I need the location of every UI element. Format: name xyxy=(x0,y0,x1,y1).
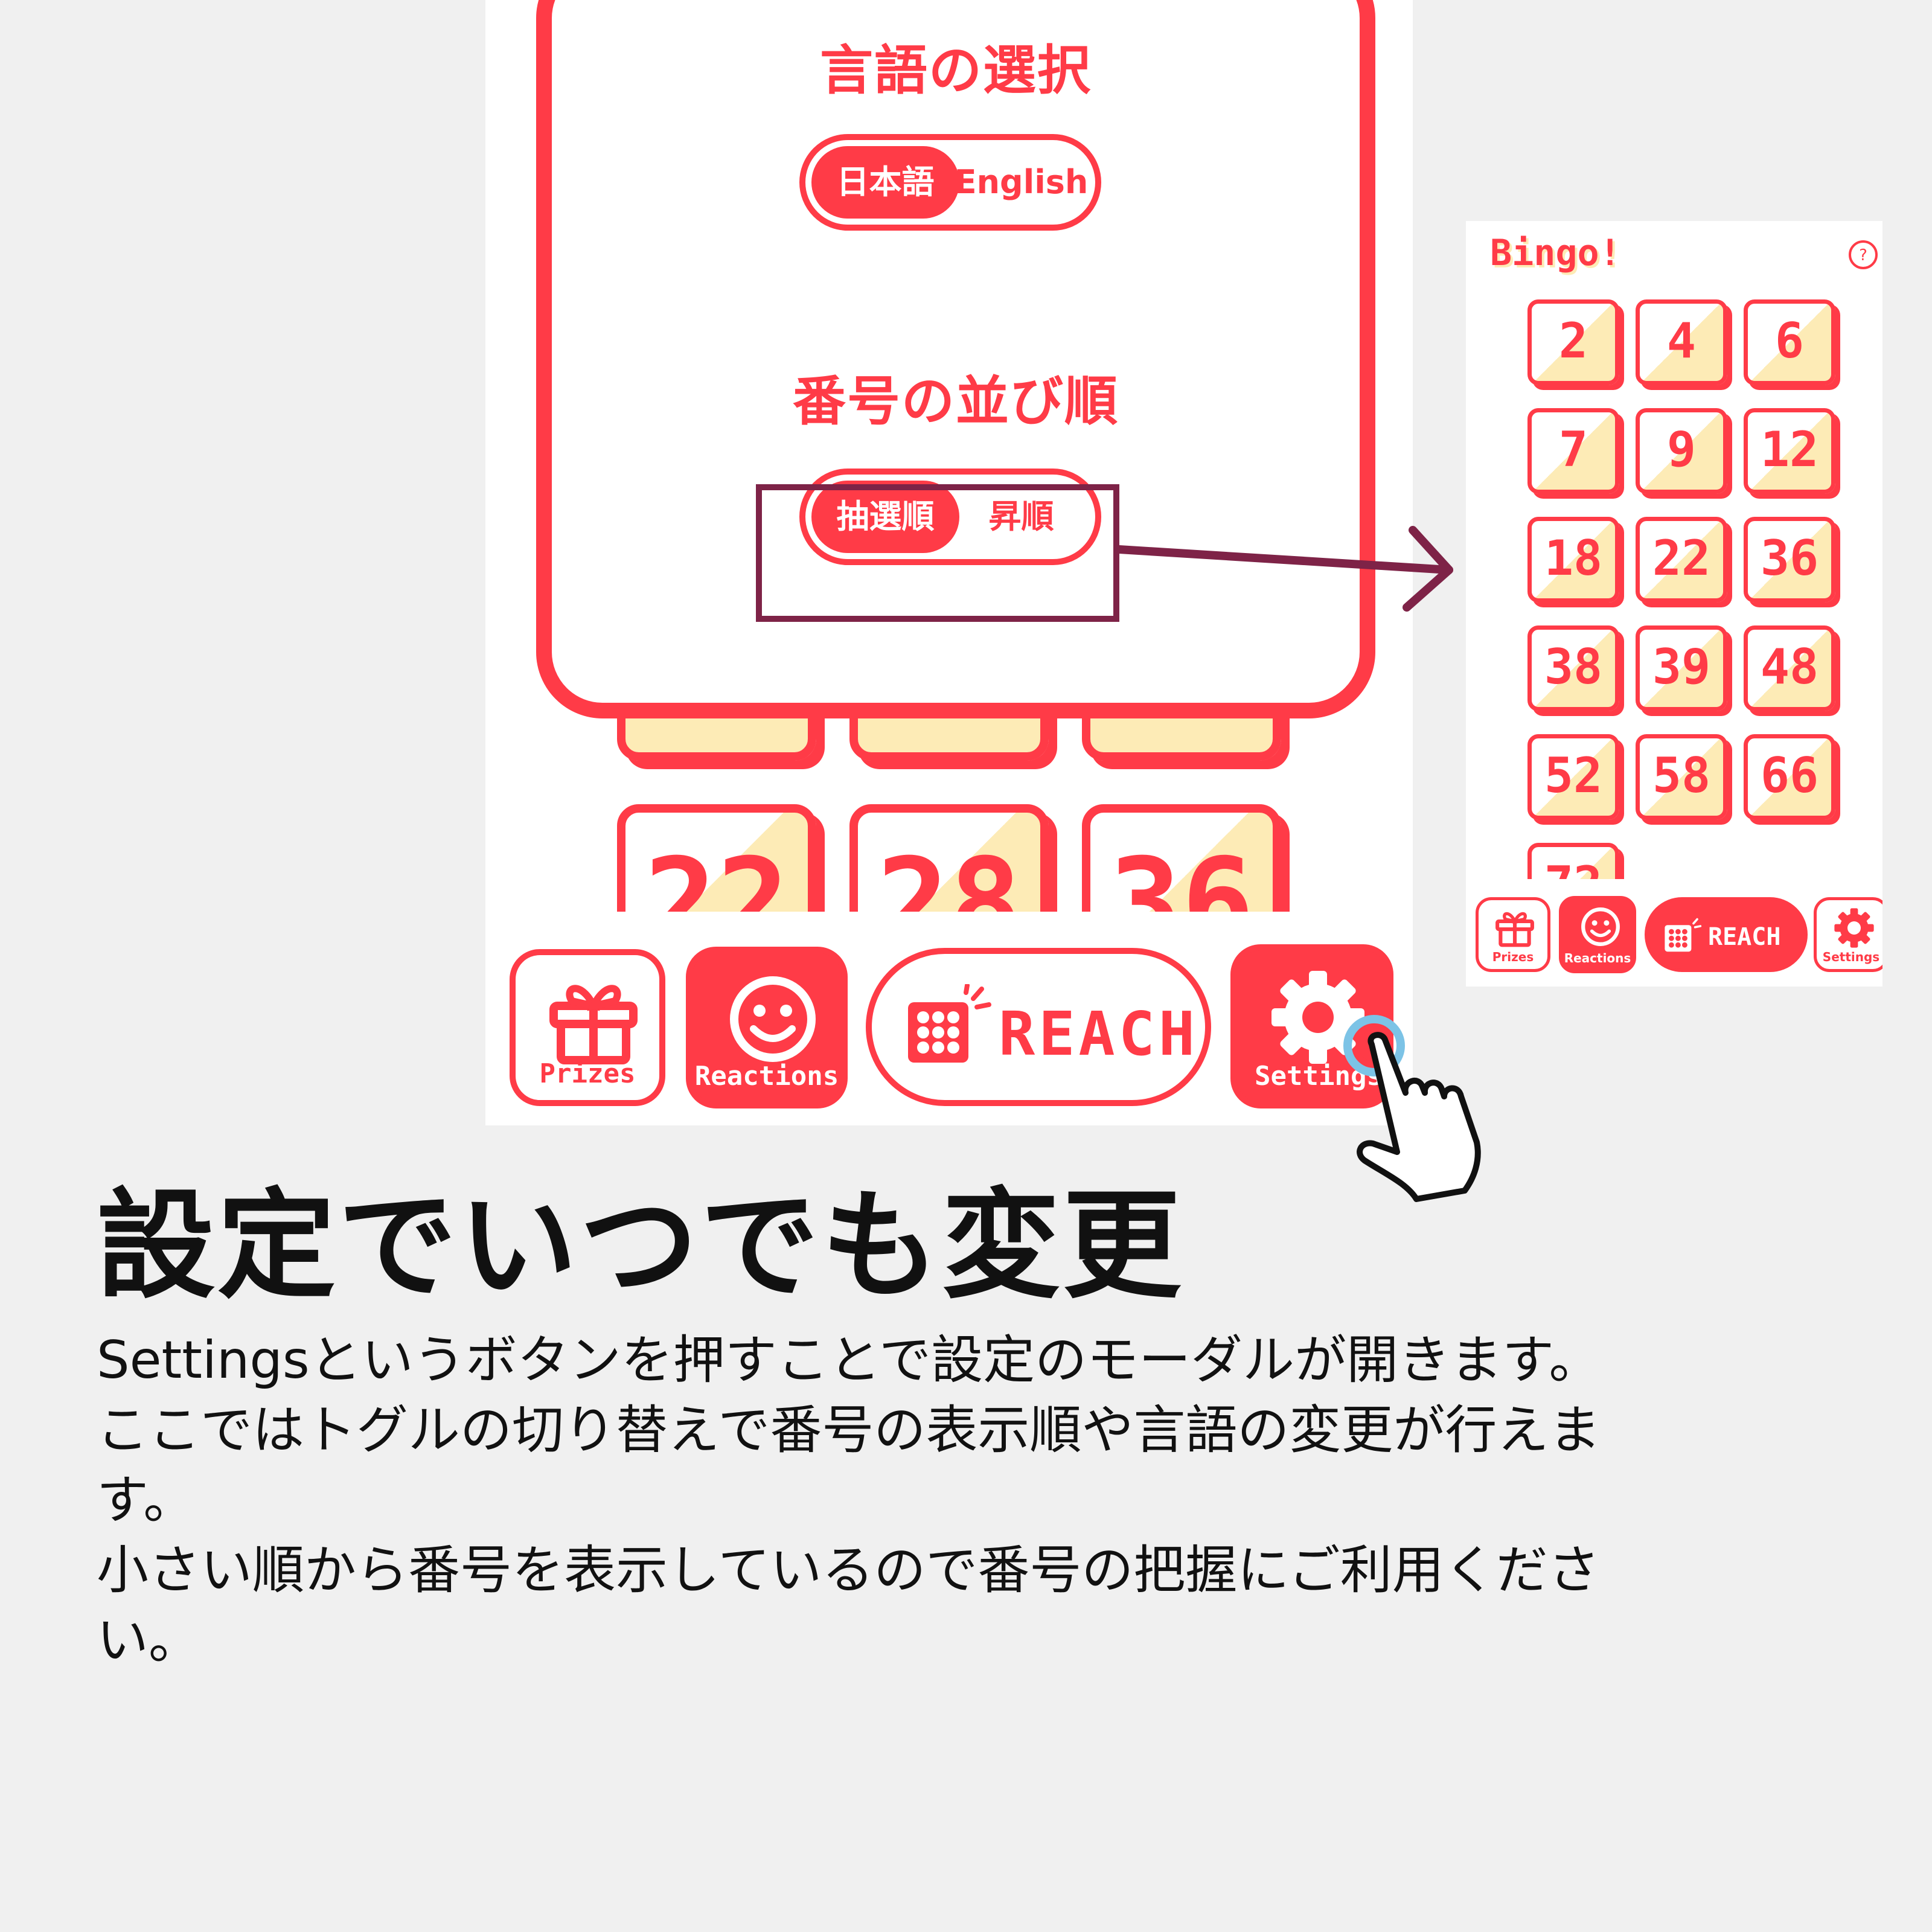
mini-settings-button[interactable]: Settings xyxy=(1814,897,1882,972)
bingo-card-icon xyxy=(1665,918,1702,952)
mini-number-grid: 2 4 6 7 9 12 18 22 36 38 39 48 52 58 66 … xyxy=(1466,221,1882,879)
mini-app-screenshot: Bingo! ? 2 4 6 7 9 12 18 22 36 38 39 48 … xyxy=(1466,221,1882,987)
feature-heading: 設定でいつでも変更 xyxy=(97,1177,1184,1315)
mini-prizes-button[interactable]: Prizes xyxy=(1476,897,1550,972)
number-tile: 72 xyxy=(1527,843,1619,879)
number-tile: 66 xyxy=(1744,734,1835,820)
feature-description: Settingsというボタンを押すことで設定のモーダルが開きます。 ここではトグ… xyxy=(97,1325,1787,1675)
description-line: い。 xyxy=(97,1610,200,1671)
number-tile: 22 xyxy=(1636,517,1727,603)
number-tile: 18 xyxy=(1527,517,1619,603)
number-tile: 7 xyxy=(1527,408,1619,494)
gear-icon xyxy=(1834,908,1874,948)
description-line: Settingsというボタンを押すことで設定のモーダルが開きます。 xyxy=(97,1330,1601,1390)
number-tile: 12 xyxy=(1744,408,1835,494)
number-tile: 52 xyxy=(1527,734,1619,820)
number-tile: 39 xyxy=(1636,625,1727,711)
mini-prizes-label: Prizes xyxy=(1492,950,1534,964)
number-tile: 58 xyxy=(1636,734,1727,820)
number-tile: 2 xyxy=(1527,299,1619,385)
number-tile: 36 xyxy=(1744,517,1835,603)
number-tile: 9 xyxy=(1636,408,1727,494)
mini-reactions-button[interactable]: Reactions xyxy=(1559,896,1636,973)
description-line: ここではトグルの切り替えで番号の表示順や言語の変更が行えま xyxy=(97,1400,1601,1460)
gift-icon xyxy=(1495,912,1534,947)
mini-settings-label: Settings xyxy=(1822,950,1880,964)
number-tile: 6 xyxy=(1744,299,1835,385)
mini-reach-label: REACH xyxy=(1708,923,1781,951)
smile-icon xyxy=(1581,907,1620,946)
description-line: す。 xyxy=(97,1470,196,1531)
mini-reach-button[interactable]: REACH xyxy=(1645,897,1808,972)
pointer-arrow xyxy=(1115,526,1453,612)
description-line: 小さい順から番号を表示しているので番号の把握にご利用くださ xyxy=(97,1540,1600,1601)
number-tile: 4 xyxy=(1636,299,1727,385)
number-tile: 48 xyxy=(1744,625,1835,711)
number-tile: 38 xyxy=(1527,625,1619,711)
mini-reactions-label: Reactions xyxy=(1564,951,1631,965)
